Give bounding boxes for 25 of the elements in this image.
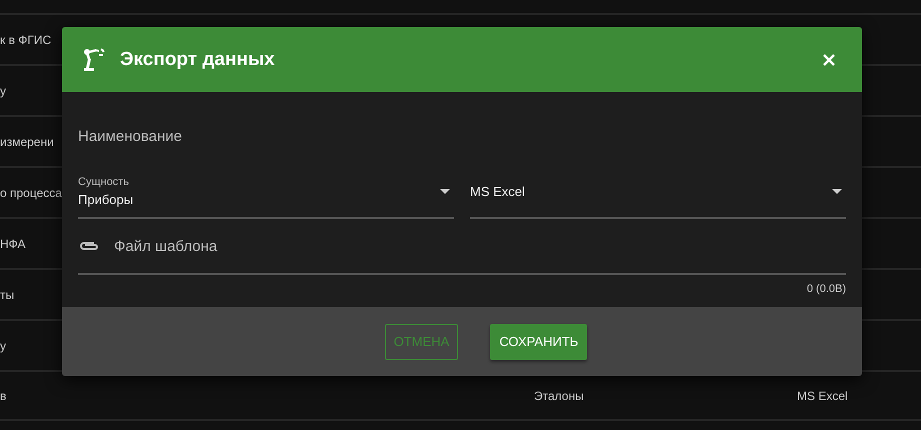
- table-cell: НФА: [0, 236, 26, 250]
- format-select[interactable]: MS Excel: [470, 162, 846, 219]
- robot-arm-icon: [82, 48, 106, 72]
- table-cell: у: [0, 338, 6, 352]
- table-cell: в: [0, 388, 6, 402]
- table-cell: к в ФГИС: [0, 32, 52, 46]
- caret-icon: [832, 189, 842, 194]
- table-cell: измерени: [0, 134, 54, 148]
- file-size-counter: 0 (0.0B): [806, 283, 846, 295]
- close-icon: [822, 52, 836, 66]
- select-value: MS Excel: [470, 184, 526, 199]
- name-field[interactable]: Наименование: [78, 110, 846, 162]
- field-label: Сущность: [78, 176, 130, 188]
- paperclip-icon: [78, 240, 100, 252]
- table-cell: ты: [0, 288, 14, 302]
- table-cell: о процесса: [0, 186, 62, 200]
- entity-select[interactable]: Сущность Приборы: [78, 162, 454, 219]
- caret-icon: [440, 189, 450, 194]
- file-field[interactable]: Файл шаблона: [114, 238, 846, 254]
- table-cell: MS Excel: [797, 388, 848, 402]
- select-value: Приборы: [78, 192, 134, 207]
- table-cell: у: [0, 84, 6, 98]
- table-cell: Эталоны: [534, 388, 584, 402]
- save-button[interactable]: СОХРАНИТЬ: [490, 324, 588, 360]
- dialog-title: Экспорт данных: [120, 48, 276, 70]
